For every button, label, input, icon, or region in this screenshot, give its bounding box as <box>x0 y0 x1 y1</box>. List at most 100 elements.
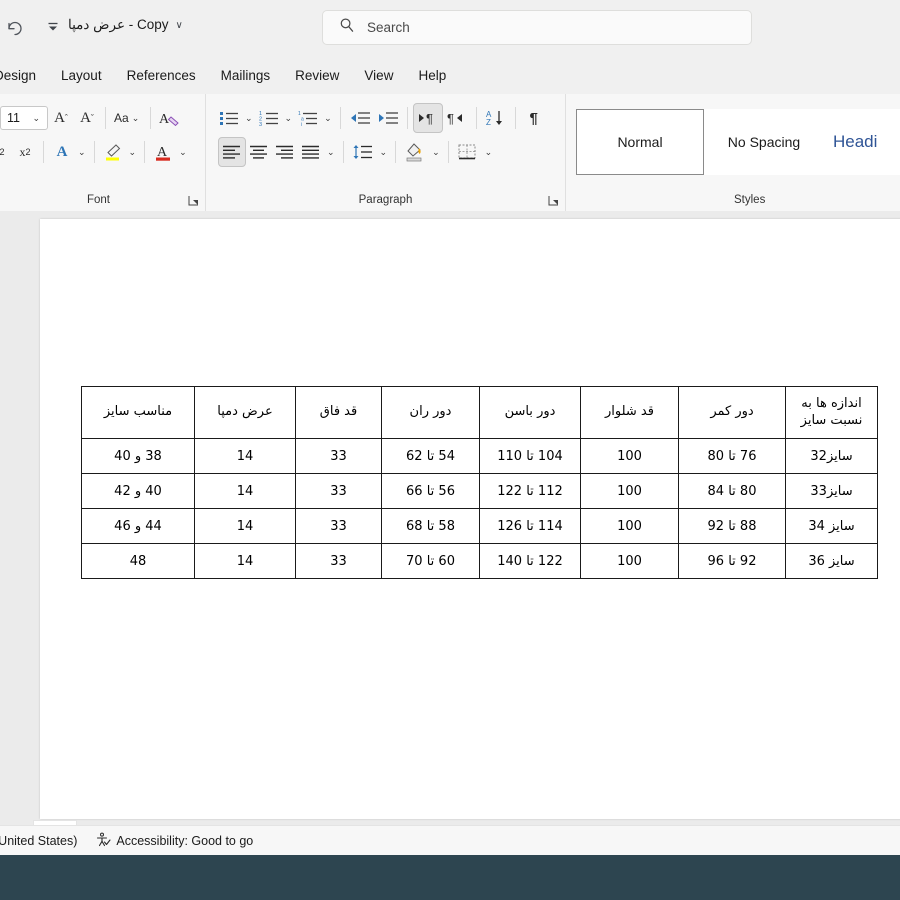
font-color-icon[interactable]: A <box>150 137 176 167</box>
font-size-input[interactable]: 11 ⌄ <box>0 106 48 130</box>
table-cell-hip: 122 تا 140 <box>479 543 581 579</box>
tab-review[interactable]: Review <box>285 64 349 87</box>
table-row[interactable]: سایز 34 88 تا 92 100 114 تا 126 58 تا 68… <box>81 508 878 544</box>
search-input[interactable]: Search <box>367 20 410 35</box>
table-cell-size-reference: سایز32 <box>785 438 878 474</box>
table-header-cell-hem-width: عرض دمپا <box>194 386 296 439</box>
svg-text:¶: ¶ <box>447 111 454 126</box>
text-highlight-color-icon[interactable] <box>100 137 126 167</box>
table-row[interactable]: سایز32 76 تا 80 100 104 تا 110 54 تا 62 … <box>81 438 878 474</box>
table-cell-thigh: 58 تا 68 <box>381 508 480 544</box>
table-cell-thigh: 56 تا 66 <box>381 473 480 509</box>
table-cell-rise: 33 <box>295 438 382 474</box>
chevron-down-icon[interactable]: ⌄ <box>126 147 140 158</box>
left-to-right-text-direction-icon[interactable]: ¶ <box>443 103 471 133</box>
table-header-cell-rise: قد فاق <box>295 386 382 439</box>
justify-icon[interactable] <box>298 137 324 167</box>
borders-icon[interactable] <box>454 137 482 167</box>
shrink-font-icon[interactable]: Aˇ <box>74 103 100 133</box>
multilevel-list-icon[interactable]: 1 a i <box>295 103 321 133</box>
svg-text:¶: ¶ <box>426 111 433 126</box>
table-cell-thigh: 60 تا 70 <box>381 543 480 579</box>
document-canvas[interactable]: اندازه ها به نسبت سایز دور کمر قد شلوار … <box>0 211 900 825</box>
size-chart-table[interactable]: اندازه ها به نسبت سایز دور کمر قد شلوار … <box>81 386 878 579</box>
table-row[interactable]: سایز33 80 تا 84 100 112 تا 122 56 تا 66 … <box>81 473 878 509</box>
sort-icon[interactable]: A Z <box>482 103 510 133</box>
style-heading-1[interactable]: Headi <box>824 109 900 175</box>
text-effects-icon[interactable]: A <box>49 137 75 167</box>
chevron-down-icon[interactable]: ∨ <box>176 20 183 31</box>
shading-icon[interactable] <box>401 137 429 167</box>
document-page[interactable]: اندازه ها به نسبت سایز دور کمر قد شلوار … <box>40 219 900 819</box>
table-cell-rise: 33 <box>295 543 382 579</box>
table-header-row: اندازه ها به نسبت سایز دور کمر قد شلوار … <box>81 386 878 439</box>
chevron-down-icon[interactable]: ⌄ <box>176 147 190 158</box>
line-spacing-icon[interactable] <box>349 137 377 167</box>
customize-quick-access-chevron-icon[interactable] <box>40 14 66 40</box>
table-header-cell-pant-length: قد شلوار <box>580 386 679 439</box>
tab-view[interactable]: View <box>354 64 403 87</box>
accessibility-person-icon <box>95 832 111 851</box>
tab-design[interactable]: Design <box>0 64 46 87</box>
chevron-down-icon[interactable]: ⌄ <box>29 113 43 124</box>
divider <box>43 141 44 163</box>
ribbon-tab-strip: Design Layout References Mailings Review… <box>0 56 900 94</box>
chevron-down-icon[interactable]: ⌄ <box>321 113 335 124</box>
numbering-icon[interactable]: 1 2 3 <box>256 103 282 133</box>
font-dialog-launcher-icon[interactable] <box>188 194 200 206</box>
chevron-down-icon[interactable]: ⌄ <box>429 147 443 158</box>
status-language[interactable]: (United States) <box>0 834 77 848</box>
table-cell-waist: 80 تا 84 <box>678 473 786 509</box>
divider <box>395 141 397 163</box>
decrease-indent-icon[interactable] <box>346 103 374 133</box>
chevron-down-icon[interactable]: ⌄ <box>282 113 296 124</box>
search-box[interactable]: Search <box>322 10 752 45</box>
superscript-icon[interactable]: x2 <box>12 137 38 167</box>
grow-font-icon[interactable]: Aˆ <box>48 103 74 133</box>
style-normal[interactable]: Normal <box>576 109 704 175</box>
table-row[interactable]: سایز 36 92 تا 96 100 122 تا 140 60 تا 70… <box>81 543 878 579</box>
divider <box>144 141 146 163</box>
increase-indent-icon[interactable] <box>374 103 402 133</box>
table-cell-suitable-size: 44 و 46 <box>81 508 195 544</box>
chevron-down-icon[interactable]: ⌄ <box>377 147 391 158</box>
divider <box>406 107 408 129</box>
style-no-spacing[interactable]: No Spacing <box>704 109 824 175</box>
ribbon-group-paragraph: ⌄ 1 2 3 ⌄ 1 a i ⌄ ¶ ¶ A Z ¶ ⌄ ⌄ ⌄ ⌄ Para… <box>206 94 566 211</box>
redo-circular-arrow-icon[interactable] <box>2 14 28 40</box>
chevron-down-icon[interactable]: ⌄ <box>242 113 256 124</box>
table-cell-thigh: 54 تا 62 <box>381 438 480 474</box>
tab-mailings[interactable]: Mailings <box>211 64 281 87</box>
document-title[interactable]: عرض دمپا - Copy ∨ <box>68 17 183 33</box>
right-to-left-text-direction-icon[interactable]: ¶ <box>412 103 443 133</box>
align-left-icon[interactable] <box>218 137 246 167</box>
divider <box>105 107 106 129</box>
align-right-icon[interactable] <box>272 137 298 167</box>
table-cell-hip: 104 تا 110 <box>479 438 581 474</box>
table-cell-pant-length: 100 <box>580 473 679 509</box>
align-center-icon[interactable] <box>246 137 272 167</box>
change-case-icon[interactable]: Aa ⌄ <box>111 103 145 133</box>
chevron-down-icon[interactable]: ⌄ <box>482 147 496 158</box>
divider <box>475 107 477 129</box>
subscript-icon[interactable]: x2 <box>0 137 12 167</box>
paragraph-dialog-launcher-icon[interactable] <box>548 194 560 206</box>
status-accessibility[interactable]: Accessibility: Good to go <box>95 832 253 851</box>
divider <box>342 141 344 163</box>
table-cell-pant-length: 100 <box>580 508 679 544</box>
tab-help[interactable]: Help <box>408 64 456 87</box>
tab-layout[interactable]: Layout <box>51 64 112 87</box>
table-cell-hip: 114 تا 126 <box>479 508 581 544</box>
table-cell-pant-length: 100 <box>580 543 679 579</box>
chevron-down-icon[interactable]: ⌄ <box>324 147 338 158</box>
bullets-icon[interactable] <box>216 103 242 133</box>
ribbon: 11 ⌄ Aˆ Aˇ Aa ⌄ A 2 x 2 A ⌄ ⌄ A ⌄ Font ⌄… <box>0 94 900 212</box>
clear-formatting-icon[interactable]: A <box>156 103 184 133</box>
table-cell-size-reference: سایز 36 <box>785 543 878 579</box>
table-cell-hip: 112 تا 122 <box>479 473 581 509</box>
chevron-down-icon[interactable]: ⌄ <box>75 147 89 158</box>
table-cell-rise: 33 <box>295 473 382 509</box>
document-title-text: عرض دمپا - Copy <box>68 17 169 32</box>
tab-references[interactable]: References <box>117 64 206 87</box>
show-formatting-marks-icon[interactable]: ¶ <box>521 103 547 133</box>
